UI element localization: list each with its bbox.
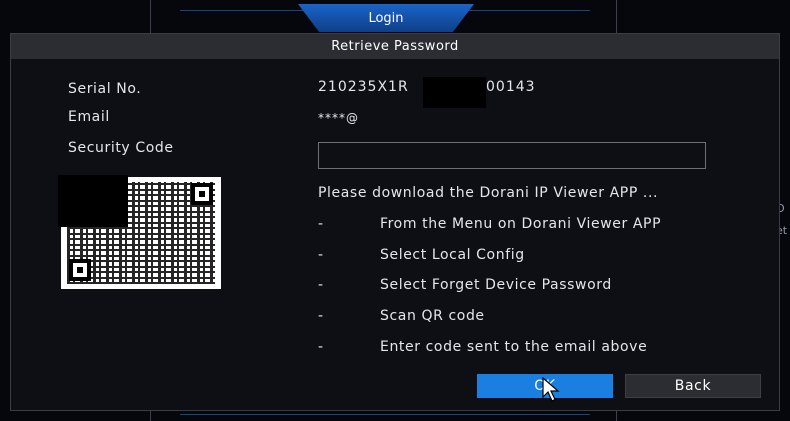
- security-code-label: Security Code: [68, 140, 174, 156]
- serial-label: Serial No.: [68, 81, 142, 97]
- background-divider: [180, 414, 590, 415]
- step-dash: -: [318, 339, 324, 355]
- step-3: Select Forget Device Password: [380, 277, 612, 293]
- back-button-label: Back: [674, 378, 712, 394]
- step-5: Enter code sent to the email above: [380, 339, 648, 355]
- back-button[interactable]: Back: [625, 374, 761, 398]
- qr-redaction: [58, 175, 128, 227]
- dialog-title-bar: Retrieve Password: [11, 34, 779, 59]
- step-dash: -: [318, 308, 324, 324]
- step-1: From the Menu on Dorani Viewer APP: [380, 216, 662, 232]
- login-tab: Login: [298, 4, 474, 32]
- instructions-intro: Please download the Dorani IP Viewer APP…: [318, 185, 659, 201]
- serial-value: 210235X1R: [318, 79, 409, 95]
- step-2: Select Local Config: [380, 247, 525, 263]
- serial-redaction: [423, 77, 486, 108]
- step-dash: -: [318, 247, 324, 263]
- login-tab-label: Login: [368, 10, 404, 26]
- qr-finder-bottom-left: [69, 259, 91, 281]
- dialog-title: Retrieve Password: [331, 39, 459, 54]
- step-dash: -: [318, 216, 324, 232]
- serial-value-suffix: 00143: [486, 79, 536, 95]
- email-value: ****@: [318, 111, 359, 125]
- step-dash: -: [318, 277, 324, 293]
- qr-finder-top-right: [191, 183, 213, 205]
- security-code-input[interactable]: [318, 142, 706, 169]
- mouse-cursor-icon: [542, 377, 560, 402]
- step-4: Scan QR code: [380, 308, 485, 324]
- email-label: Email: [68, 109, 110, 125]
